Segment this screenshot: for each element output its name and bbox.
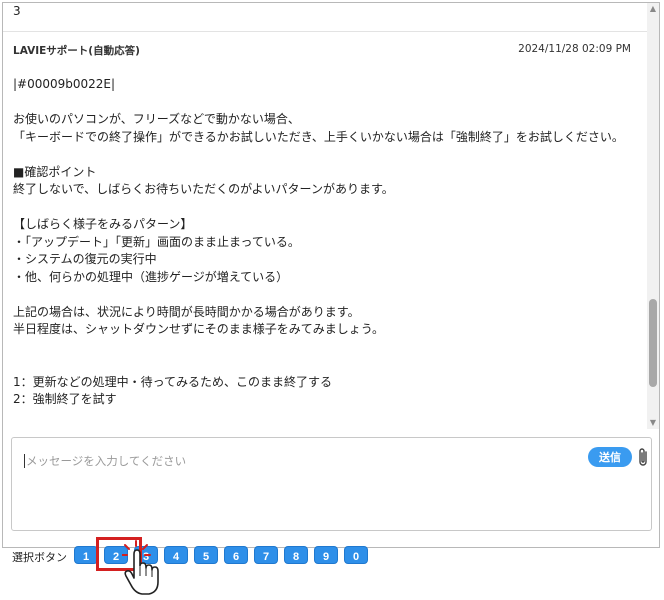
chat-window: 3 LAVIEサポート(自動応答) 2024/11/28 02:09 PM |#… [2, 2, 660, 548]
scroll-up-icon[interactable]: ▲ [647, 3, 659, 15]
message-line [13, 146, 637, 164]
choice-button-6[interactable]: 6 [224, 546, 248, 564]
message-line: 終了しないで、しばらくお待ちいただくのがよいパターンがあります。 [13, 182, 394, 196]
message-input[interactable]: メッセージを入力してください 送信 [11, 437, 652, 531]
message-line: |#00009b0022E| [13, 77, 116, 91]
choice-button-5[interactable]: 5 [194, 546, 218, 564]
choice-button-9[interactable]: 9 [314, 546, 338, 564]
message-line: ・「アップデート」「更新」画面のまま止まっている。 [13, 234, 300, 249]
sender-name: LAVIEサポート(自動応答) [13, 45, 140, 57]
hand-pointer-icon [122, 540, 159, 595]
choice-button-0[interactable]: 0 [344, 546, 368, 564]
message-line [13, 94, 637, 112]
message-line [13, 339, 637, 357]
message-line: 2：強制終了を試す [13, 392, 117, 406]
previous-message-tail: 3 [13, 4, 21, 18]
scrollbar-thumb[interactable] [649, 299, 657, 387]
message-body: |#00009b0022E| お使いのパソコンが、フリーズなどで動かない場合、「キ… [13, 76, 637, 409]
chat-scrollbar[interactable]: ▲ ▼ [647, 3, 659, 429]
message-line [13, 286, 637, 304]
message-line [13, 356, 637, 374]
message-input-placeholder: メッセージを入力してください [26, 454, 187, 468]
message-line: お使いのパソコンが、フリーズなどで動かない場合、 [13, 112, 300, 126]
message-line: 【しばらく様子をみるパターン】 [13, 217, 193, 231]
chat-history[interactable]: 3 LAVIEサポート(自動応答) 2024/11/28 02:09 PM |#… [3, 3, 647, 429]
message-line: ・他、何らかの処理中（進捗ゲージが増えている） [13, 269, 289, 284]
message-line [13, 199, 637, 217]
message-header: LAVIEサポート(自動応答) 2024/11/28 02:09 PM [13, 43, 631, 59]
message-divider [3, 31, 647, 32]
message-line: ・システムの復元の実行中 [13, 252, 157, 266]
paperclip-icon[interactable] [636, 446, 650, 468]
choice-label: 選択ボタン [12, 551, 67, 564]
message-line: 上記の場合は、状況により時間が長時間かかる場合があります。 [13, 304, 360, 319]
scroll-down-icon[interactable]: ▼ [647, 417, 659, 429]
choice-button-1[interactable]: 1 [74, 546, 98, 564]
choice-button-8[interactable]: 8 [284, 546, 308, 564]
message-timestamp: 2024/11/28 02:09 PM [518, 43, 631, 55]
text-caret [24, 454, 25, 468]
message-line: 半日程度は、シャットダウンせずにそのまま様子をみてみましょう。 [13, 322, 385, 336]
send-button[interactable]: 送信 [588, 447, 632, 467]
message-line: ■確認ポイント [13, 164, 97, 179]
choice-button-7[interactable]: 7 [254, 546, 278, 564]
message-line: 1：更新などの処理中・待ってみるため、このまま終了する [13, 374, 333, 389]
message-line: 「キーボードでの終了操作」ができるかお試しいただき、上手くいかない場合は「強制終… [13, 129, 624, 144]
